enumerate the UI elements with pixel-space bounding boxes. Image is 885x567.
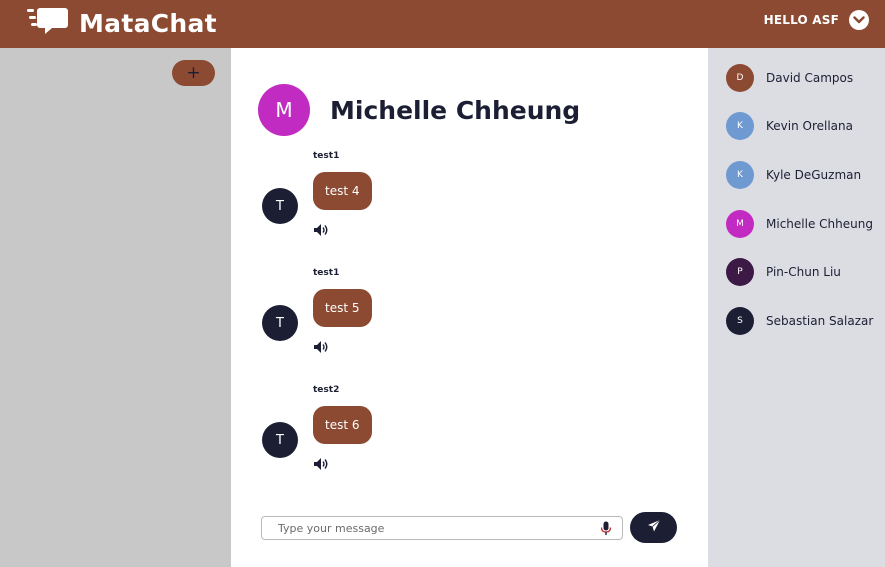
brand[interactable]: MataChat	[27, 6, 217, 40]
message-avatar: T	[262, 422, 298, 458]
contact-avatar: K	[726, 161, 754, 189]
message-bubble: test 4	[313, 172, 372, 210]
speaker-icon[interactable]	[313, 339, 329, 353]
left-sidebar: +	[0, 48, 231, 567]
send-icon	[647, 519, 661, 536]
contact-avatar: D	[726, 64, 754, 92]
message-bubble: test 5	[313, 289, 372, 327]
chat-header: M Michelle Chheung	[258, 84, 580, 136]
chat-bubbles-icon	[27, 6, 69, 40]
user-menu[interactable]: HELLO ASF	[764, 10, 869, 30]
contact-name: Kevin Orellana	[766, 119, 853, 133]
message-bubble: test 6	[313, 406, 372, 444]
contact-name: Pin-Chun Liu	[766, 265, 841, 279]
contact-name: David Campos	[766, 71, 854, 85]
send-button[interactable]	[630, 512, 677, 543]
message: test1 T test 4	[262, 151, 682, 251]
contacts-panel: D David Campos K Kevin Orellana K Kyle D…	[708, 48, 885, 567]
message-composer	[261, 512, 677, 543]
contact-item[interactable]: K Kevin Orellana	[726, 112, 853, 140]
message: test1 T test 5	[262, 268, 682, 368]
contact-avatar: P	[726, 258, 754, 286]
speaker-icon[interactable]	[313, 222, 329, 236]
message-sender: test2	[313, 385, 340, 395]
contact-item[interactable]: P Pin-Chun Liu	[726, 258, 841, 286]
message-input[interactable]	[261, 516, 623, 540]
message-avatar: T	[262, 305, 298, 341]
chevron-down-icon[interactable]	[849, 10, 869, 30]
contact-avatar: M	[726, 210, 754, 238]
top-bar: MataChat HELLO ASF	[0, 0, 885, 48]
contact-item[interactable]: K Kyle DeGuzman	[726, 161, 861, 189]
contact-name: Michelle Chheung	[766, 217, 873, 231]
message: test2 T test 6	[262, 385, 682, 485]
message-sender: test1	[313, 268, 340, 278]
contact-item[interactable]: M Michelle Chheung	[726, 210, 873, 238]
contact-avatar: K	[726, 112, 754, 140]
contact-item[interactable]: D David Campos	[726, 64, 853, 92]
user-greeting: HELLO ASF	[763, 13, 839, 27]
contact-avatar: S	[726, 307, 754, 335]
contact-name: Sebastian Salazar	[766, 314, 874, 328]
chat-panel: M Michelle Chheung test1 T test 4 test1 …	[231, 48, 708, 567]
app-name: MataChat	[79, 8, 217, 38]
contact-avatar: M	[258, 84, 310, 136]
add-chat-button[interactable]: +	[172, 60, 215, 86]
speaker-icon[interactable]	[313, 456, 329, 470]
message-avatar: T	[262, 188, 298, 224]
contact-item[interactable]: S Sebastian Salazar	[726, 307, 873, 335]
microphone-icon[interactable]	[600, 521, 612, 536]
contact-name: Michelle Chheung	[330, 95, 581, 125]
contact-name: Kyle DeGuzman	[766, 168, 862, 182]
message-sender: test1	[313, 151, 340, 161]
